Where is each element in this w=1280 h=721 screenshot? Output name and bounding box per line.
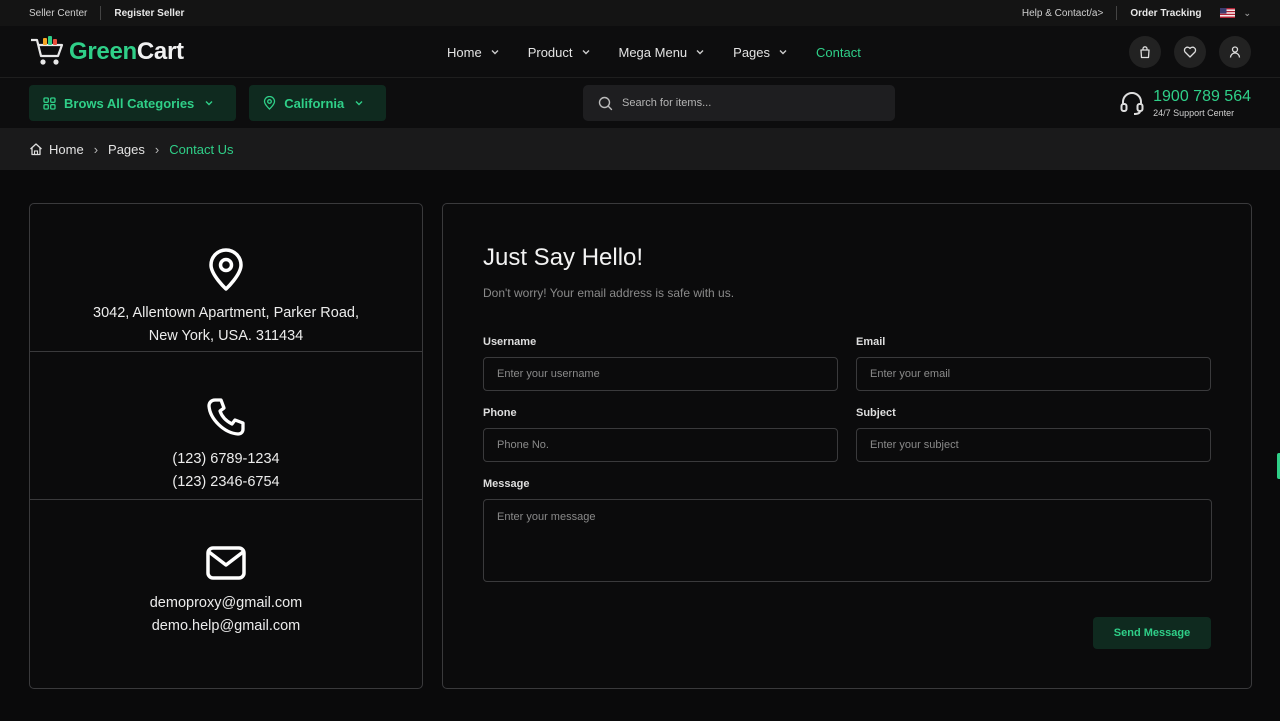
contact-form-card: Just Say Hello! Don't worry! Your email … — [442, 203, 1252, 689]
browse-categories-button[interactable]: Brows All Categories — [29, 85, 237, 121]
message-textarea[interactable] — [483, 499, 1212, 582]
menu-label: Home — [447, 44, 482, 60]
nav-icon-group — [1116, 36, 1251, 68]
bag-icon — [1140, 46, 1150, 59]
help-contact-link[interactable]: Help & Contact/a> — [1022, 8, 1103, 19]
cart-logo-icon — [31, 35, 64, 65]
contact-info-card: 3042, Allentown Apartment, Parker Road, … — [29, 203, 423, 689]
heart-icon — [1183, 46, 1197, 58]
divider — [1116, 6, 1118, 20]
phone-section: (123) 6789-1234 (123) 2346-6754 — [30, 352, 422, 500]
user-icon — [1229, 46, 1241, 58]
breadcrumb-contact-us: Contact Us — [169, 141, 234, 157]
email-section: demoproxy@gmail.com demo.help@gmail.com — [30, 500, 422, 668]
phone-group: Phone — [483, 407, 838, 462]
menu-item-pages[interactable]: Pages — [733, 45, 788, 60]
support-center[interactable]: 1900 789 564 24/7 Support Center — [1119, 88, 1251, 118]
seller-center-link[interactable]: Seller Center — [29, 8, 87, 19]
us-flag-icon[interactable] — [1220, 8, 1236, 18]
support-label: 24/7 Support Center — [1153, 108, 1235, 118]
send-message-button[interactable]: Send Message — [1093, 617, 1211, 649]
message-label: Message — [483, 478, 530, 490]
phone-icon — [207, 398, 245, 436]
support-phone: 1900 789 564 — [1153, 88, 1251, 105]
address-line-1: 3042, Allentown Apartment, Parker Road, — [93, 305, 359, 321]
location-pin-icon — [264, 96, 276, 110]
username-group: Username — [483, 336, 838, 391]
search-icon — [598, 96, 613, 110]
order-tracking-link[interactable]: Order Tracking — [1130, 8, 1201, 19]
subject-input[interactable] — [856, 428, 1211, 462]
username-label: Username — [483, 336, 537, 348]
main-menu: Home Product Mega Menu Pages Contact — [447, 26, 889, 78]
grid-icon — [43, 96, 56, 110]
phone-input[interactable] — [483, 428, 838, 462]
chevron-right-icon: › — [154, 141, 160, 157]
mail-icon — [206, 546, 246, 580]
location-pin-icon — [209, 248, 243, 291]
location-select-button[interactable]: California — [249, 85, 387, 121]
phone-number-2: (123) 2346-6754 — [172, 474, 280, 490]
search-placeholder: Search for items... — [622, 97, 712, 109]
menu-label: Product — [527, 44, 573, 60]
account-button[interactable] — [1219, 36, 1251, 68]
form-subtitle: Don't worry! Your email address is safe … — [483, 286, 735, 300]
menu-item-contact[interactable]: Contact — [816, 45, 861, 60]
menu-label: Contact — [816, 44, 861, 60]
form-title: Just Say Hello! — [483, 244, 644, 271]
wishlist-button[interactable] — [1174, 36, 1206, 68]
chevron-down-icon — [355, 101, 363, 106]
headset-icon — [1120, 92, 1144, 115]
logo[interactable]: GreenCart — [29, 35, 184, 69]
menu-label: Mega Menu — [618, 44, 688, 60]
username-input[interactable] — [483, 357, 838, 391]
chevron-down-icon — [582, 50, 589, 55]
address-section: 3042, Allentown Apartment, Parker Road, … — [30, 204, 422, 352]
email-input[interactable] — [856, 357, 1211, 391]
subject-group: Subject — [856, 407, 1211, 462]
phone-label: Phone — [483, 407, 517, 419]
address-line-2: New York, USA. 311434 — [148, 328, 304, 344]
chevron-down-icon — [696, 50, 704, 55]
search-input[interactable]: Search for items... — [583, 85, 895, 121]
email-address-1: demoproxy@gmail.com — [149, 595, 303, 611]
breadcrumb-pages[interactable]: Pages — [108, 142, 145, 157]
breadcrumb: Home › Pages › Contact Us — [0, 128, 1280, 170]
chevron-right-icon: › — [93, 141, 99, 157]
menu-item-mega-menu[interactable]: Mega Menu — [619, 45, 706, 60]
email-label: Email — [856, 336, 886, 348]
chevron-down-icon — [779, 50, 787, 55]
home-icon — [30, 143, 42, 156]
message-group: Message — [483, 478, 1212, 587]
email-group: Email — [856, 336, 1211, 391]
cart-button[interactable] — [1129, 36, 1161, 68]
chevron-down-icon — [205, 101, 213, 106]
brand-name-green: Green — [69, 37, 137, 65]
subject-label: Subject — [856, 407, 896, 419]
menu-item-home[interactable]: Home — [447, 45, 500, 60]
register-seller-link[interactable]: Register Seller — [114, 8, 184, 19]
menu-label: Pages — [733, 44, 771, 60]
email-address-2: demo.help@gmail.com — [151, 618, 301, 634]
main-navbar: GreenCart Home Product Mega Menu Pages C… — [0, 26, 1280, 78]
divider — [100, 6, 102, 20]
top-bar: Seller Center Register Seller Help & Con… — [0, 0, 1280, 26]
browse-categories-label: Brows All Categories — [64, 95, 195, 111]
phone-number-1: (123) 6789-1234 — [172, 451, 280, 467]
menu-item-product[interactable]: Product — [528, 45, 591, 60]
brand-name-white: Cart — [136, 37, 184, 65]
language-chevron-down-icon[interactable]: ⌄ — [1243, 8, 1251, 19]
location-label: California — [284, 95, 345, 111]
sub-bar: Brows All Categories California Search f… — [0, 78, 1280, 128]
chevron-down-icon — [491, 50, 499, 55]
contact-content: 3042, Allentown Apartment, Parker Road, … — [0, 170, 1280, 721]
breadcrumb-home[interactable]: Home — [49, 142, 84, 157]
